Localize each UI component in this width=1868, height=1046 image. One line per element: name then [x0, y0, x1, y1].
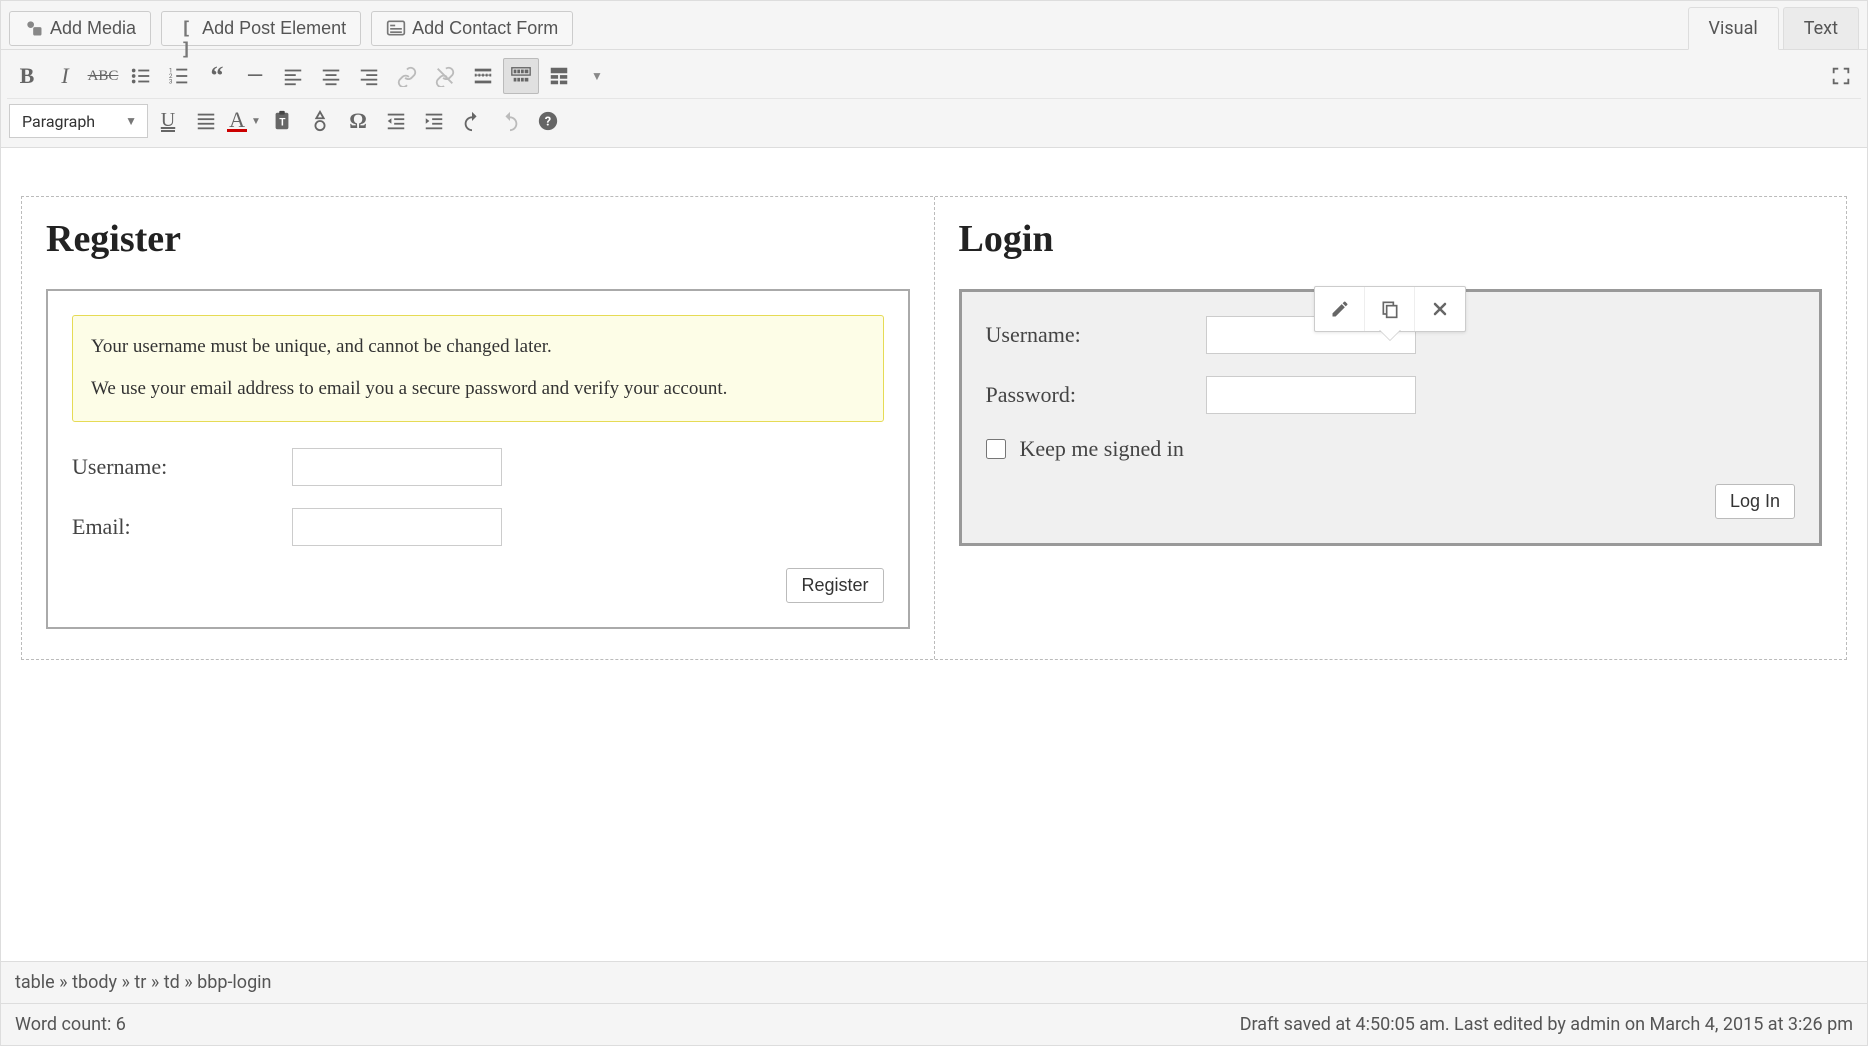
bullet-list-button[interactable]: [123, 58, 159, 94]
text-color-button[interactable]: A▼: [226, 103, 262, 139]
content-canvas[interactable]: Register Your username must be unique, a…: [1, 148, 1867, 961]
add-media-label: Add Media: [50, 18, 136, 39]
login-submit-row: Log In: [986, 484, 1796, 519]
media-buttons-group: Add Media [ ] Add Post Element Add Conta…: [9, 11, 573, 46]
login-heading: Login: [959, 217, 1823, 261]
edit-element-button[interactable]: [1315, 287, 1365, 331]
outdent-button[interactable]: [378, 103, 414, 139]
toolbar-toggle-button[interactable]: [503, 58, 539, 94]
paste-text-button[interactable]: T: [264, 103, 300, 139]
redo-button[interactable]: [492, 103, 528, 139]
more-menu-button[interactable]: ▼: [579, 58, 615, 94]
format-dropdown[interactable]: Paragraph ▼: [9, 104, 148, 138]
tab-visual[interactable]: Visual: [1688, 7, 1779, 50]
register-email-label: Email:: [72, 514, 292, 540]
media-icon: [24, 18, 44, 38]
toolbar-row-1: B I ABC 123 “ —: [7, 54, 1861, 99]
pencil-icon: [1330, 299, 1350, 319]
register-cell: Register Your username must be unique, a…: [22, 197, 935, 659]
add-contact-form-label: Add Contact Form: [412, 18, 558, 39]
align-right-button[interactable]: [351, 58, 387, 94]
align-center-button[interactable]: [313, 58, 349, 94]
bold-button[interactable]: B: [9, 58, 45, 94]
underline-button[interactable]: U: [150, 103, 186, 139]
numbered-list-button[interactable]: 123: [161, 58, 197, 94]
clear-formatting-button[interactable]: [302, 103, 338, 139]
register-username-input[interactable]: [292, 448, 502, 486]
justify-button[interactable]: [188, 103, 224, 139]
keep-signed-in-row: Keep me signed in: [986, 436, 1796, 462]
element-hover-toolbar: [1314, 286, 1466, 332]
keep-signed-in-label: Keep me signed in: [1020, 436, 1184, 462]
add-post-element-label: Add Post Element: [202, 18, 346, 39]
strikethrough-button[interactable]: ABC: [85, 58, 121, 94]
unlink-button[interactable]: [427, 58, 463, 94]
hr-button[interactable]: —: [237, 58, 273, 94]
svg-text:3: 3: [169, 77, 173, 85]
word-count: Word count: 6: [15, 1014, 126, 1035]
remove-element-button[interactable]: [1415, 287, 1465, 331]
register-username-label: Username:: [72, 454, 292, 480]
editor-container: Add Media [ ] Add Post Element Add Conta…: [0, 0, 1868, 1046]
toolbar: B I ABC 123 “ —: [1, 50, 1867, 148]
blockquote-button[interactable]: “: [199, 58, 235, 94]
svg-text:T: T: [279, 118, 286, 129]
keep-signed-in-checkbox[interactable]: [986, 439, 1006, 459]
notice-line-2: We use your email address to email you a…: [91, 374, 865, 404]
insert-more-button[interactable]: [465, 58, 501, 94]
layout-table: Register Your username must be unique, a…: [21, 196, 1847, 660]
chevron-down-icon: ▼: [125, 114, 137, 128]
login-password-row: Password:: [986, 376, 1796, 414]
duplicate-element-button[interactable]: [1365, 287, 1415, 331]
special-char-button[interactable]: Ω: [340, 103, 376, 139]
footer: Word count: 6 Draft saved at 4:50:05 am.…: [1, 1003, 1867, 1045]
register-panel: Your username must be unique, and cannot…: [46, 289, 910, 629]
tab-text[interactable]: Text: [1783, 7, 1859, 49]
register-email-row: Email:: [72, 508, 884, 546]
register-button[interactable]: Register: [786, 568, 883, 603]
svg-text:?: ?: [545, 115, 551, 130]
format-dropdown-label: Paragraph: [22, 112, 95, 131]
align-left-button[interactable]: [275, 58, 311, 94]
register-username-row: Username:: [72, 448, 884, 486]
add-contact-form-button[interactable]: Add Contact Form: [371, 11, 573, 46]
italic-button[interactable]: I: [47, 58, 83, 94]
save-status: Draft saved at 4:50:05 am. Last edited b…: [1240, 1014, 1853, 1035]
fullscreen-button[interactable]: [1823, 58, 1859, 94]
editor-tabs: Visual Text: [1684, 7, 1859, 49]
login-password-label: Password:: [986, 382, 1206, 408]
add-post-element-button[interactable]: [ ] Add Post Element: [161, 11, 361, 46]
login-password-input[interactable]: [1206, 376, 1416, 414]
add-media-button[interactable]: Add Media: [9, 11, 151, 46]
login-panel-wrap: Username: Password: Keep me signed in: [959, 289, 1823, 546]
login-button[interactable]: Log In: [1715, 484, 1795, 519]
login-username-label: Username:: [986, 322, 1206, 348]
register-notice: Your username must be unique, and cannot…: [72, 315, 884, 422]
topbar: Add Media [ ] Add Post Element Add Conta…: [1, 1, 1867, 50]
path-bar[interactable]: table » tbody » tr » td » bbp-login: [1, 961, 1867, 1003]
table-button[interactable]: [541, 58, 577, 94]
indent-button[interactable]: [416, 103, 452, 139]
copy-icon: [1380, 299, 1400, 319]
brackets-icon: [ ]: [176, 18, 196, 38]
register-submit-row: Register: [72, 568, 884, 603]
register-heading: Register: [46, 217, 910, 261]
notice-line-1: Your username must be unique, and cannot…: [91, 332, 865, 362]
register-email-input[interactable]: [292, 508, 502, 546]
form-icon: [386, 18, 406, 38]
help-button[interactable]: ?: [530, 103, 566, 139]
undo-button[interactable]: [454, 103, 490, 139]
toolbar-row-2: Paragraph ▼ U A▼ T Ω: [7, 99, 1861, 143]
close-icon: [1430, 299, 1450, 319]
link-button[interactable]: [389, 58, 425, 94]
login-cell: Login Us: [935, 197, 1847, 659]
